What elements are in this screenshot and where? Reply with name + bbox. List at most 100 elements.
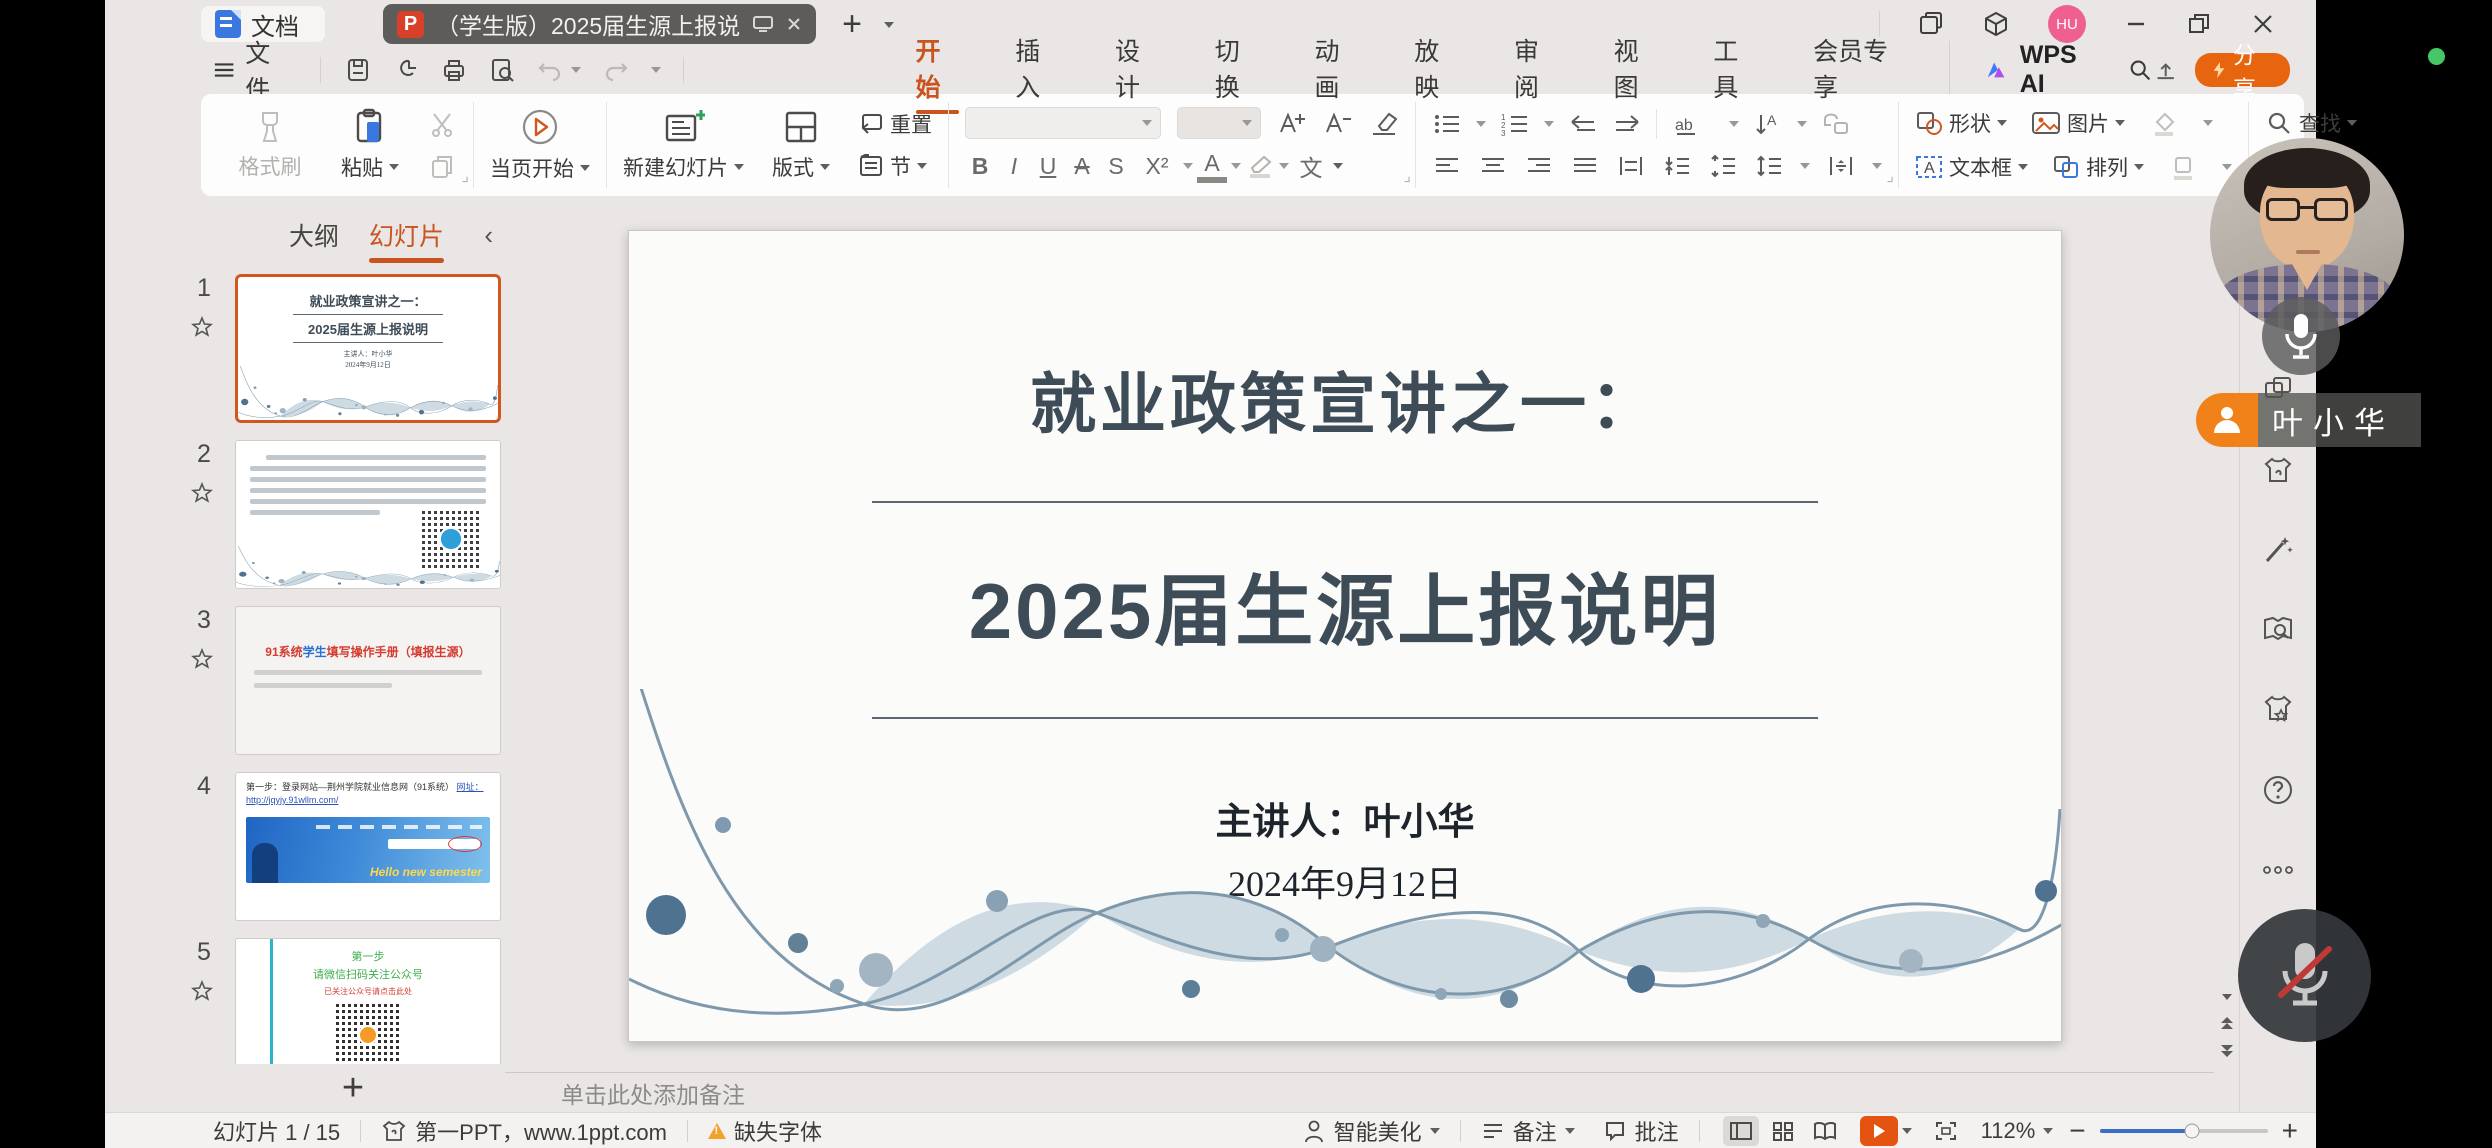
slide-stage[interactable]: 就业政策宣讲之一： 2025届生源上报说明 主讲人：叶小华 2024年9月12日 [505, 204, 2214, 1072]
save-icon[interactable] [345, 57, 371, 83]
tab-insert[interactable]: 插入 [1013, 28, 1061, 112]
smartart-convert-icon[interactable] [1821, 109, 1851, 139]
numbering-icon[interactable]: 123 [1500, 109, 1530, 139]
decrease-indent-icon[interactable] [1568, 109, 1598, 139]
clear-format-icon[interactable] [1369, 108, 1399, 138]
line-spacing-decrease-icon[interactable] [1708, 151, 1738, 181]
slide-title-line2[interactable]: 2025届生源上报说明 [629, 549, 2061, 661]
reading-view-button[interactable] [1807, 1116, 1843, 1146]
section-button[interactable]: 节 [858, 151, 932, 181]
play-from-page-button[interactable]: 当页开始 [490, 107, 590, 183]
align-right-icon[interactable] [1524, 151, 1554, 181]
tab-review[interactable]: 审阅 [1512, 28, 1560, 112]
font-color-button[interactable]: A [1197, 150, 1227, 183]
zoom-level[interactable]: 112% [1981, 1118, 2054, 1144]
line-spacing-increase-icon[interactable] [1662, 151, 1692, 181]
vertical-align-icon[interactable] [1826, 151, 1856, 181]
slide-sorter-view-button[interactable] [1765, 1116, 1801, 1146]
slideshow-play-button[interactable] [1860, 1116, 1898, 1146]
outline-tab[interactable]: 大纲 [289, 217, 339, 253]
tab-transition[interactable]: 切换 [1213, 28, 1261, 112]
shadow-button[interactable]: S [1101, 153, 1131, 180]
notes-bar[interactable]: 单击此处添加备注 [505, 1072, 2214, 1112]
share-button[interactable]: 分享 [2195, 53, 2290, 87]
bullets-icon[interactable] [1432, 109, 1462, 139]
app-cube-icon[interactable] [1982, 10, 2010, 38]
slide-thumb-3[interactable]: 3 91系统学生填写操作手册（填报生源） [235, 606, 501, 755]
zoom-slider[interactable]: − + [2069, 1115, 2298, 1147]
upload-cloud-icon[interactable] [2154, 57, 2177, 83]
increase-font-icon[interactable] [1277, 108, 1307, 138]
restore-button[interactable] [2186, 11, 2212, 37]
resource-search-icon[interactable] [2261, 612, 2295, 648]
clipboard-dialog-launcher[interactable]: ⌟ [462, 166, 470, 186]
template-info[interactable]: 第一PPT，www.1ppt.com [381, 1115, 667, 1147]
paragraph-dialog-launcher[interactable]: ⌟ [1887, 166, 1895, 186]
cut-icon[interactable] [427, 109, 457, 139]
char-spacing-icon[interactable]: ab [1671, 109, 1715, 139]
print-icon[interactable] [441, 57, 467, 83]
copy-icon[interactable] [427, 151, 457, 181]
mic-active-badge[interactable] [2262, 297, 2340, 375]
font-name-select[interactable] [965, 107, 1161, 139]
search-icon[interactable] [2127, 56, 2153, 84]
tab-slideshow[interactable]: 放映 [1412, 28, 1460, 112]
layout-button[interactable]: 版式 [758, 108, 844, 182]
distribute-icon[interactable] [1616, 151, 1646, 181]
more-icon[interactable] [2261, 852, 2295, 888]
missing-font-warning[interactable]: 缺失字体 [708, 1115, 822, 1147]
decrease-font-icon[interactable] [1323, 108, 1353, 138]
zoom-out-button[interactable]: − [2069, 1115, 2085, 1147]
tab-animation[interactable]: 动画 [1312, 28, 1360, 112]
normal-view-button[interactable] [1723, 1116, 1759, 1146]
shapes-button[interactable]: 形状 [1915, 108, 2007, 138]
skin-shirt-star-icon[interactable] [2261, 692, 2295, 728]
slide-thumb-4[interactable]: 4 第一步：登录网站—荆州学院就业信息网（91系统） 网址：http://jqy… [235, 772, 501, 921]
scroll-down-icon[interactable] [2220, 992, 2234, 1002]
output-pdf-icon[interactable] [393, 57, 419, 83]
smart-beautify-button[interactable]: 智能美化 [1302, 1115, 1440, 1147]
superscript-button[interactable]: X² [1135, 153, 1179, 180]
vertical-scrollbar[interactable] [2214, 204, 2240, 1112]
slide-canvas[interactable]: 就业政策宣讲之一： 2025届生源上报说明 主讲人：叶小华 2024年9月12日 [628, 230, 2062, 1042]
paste-button[interactable]: 粘贴 [327, 108, 413, 182]
qat-more-caret[interactable] [651, 67, 661, 73]
slides-tab[interactable]: 幻灯片 [369, 217, 444, 253]
user-avatar[interactable]: HU [2048, 5, 2086, 43]
format-painter-button[interactable]: 格式刷 [227, 109, 313, 181]
previous-slide-icon[interactable] [2219, 1016, 2235, 1030]
tab-design[interactable]: 设计 [1113, 28, 1161, 112]
zoom-slider-thumb[interactable] [2185, 1123, 2200, 1138]
collapse-panel-button[interactable]: ‹ [484, 220, 493, 251]
picture-button[interactable]: 图片 [2031, 108, 2125, 138]
increase-indent-icon[interactable] [1612, 109, 1642, 139]
text-direction-icon[interactable]: A [1753, 109, 1783, 139]
justify-icon[interactable] [1570, 151, 1600, 181]
slide-title-line1[interactable]: 就业政策宣讲之一： [629, 351, 2061, 447]
mic-muted-button[interactable] [2238, 909, 2371, 1042]
slide-thumb-1[interactable]: 1 就业政策宣讲之一： 2025届生源上报说明 主讲人：叶小华2024年9月12… [235, 274, 501, 423]
fill-color-icon[interactable] [2149, 108, 2179, 138]
template-shirt-icon[interactable] [2262, 452, 2294, 488]
workspace-icon[interactable] [1918, 11, 1944, 37]
add-slide-button[interactable]: + [342, 1069, 364, 1107]
undo-button[interactable] [537, 58, 581, 82]
align-center-icon[interactable] [1478, 151, 1508, 181]
find-button[interactable]: 查找 [2265, 108, 2357, 138]
outline-color-icon[interactable] [2168, 152, 2198, 182]
font-size-select[interactable] [1177, 107, 1261, 139]
tab-view[interactable]: 视图 [1612, 28, 1660, 112]
line-spacing-icon[interactable] [1754, 151, 1784, 181]
underline-button[interactable]: U [1033, 153, 1063, 180]
italic-button[interactable]: I [999, 153, 1029, 180]
minimize-button[interactable] [2124, 12, 2148, 36]
close-button[interactable] [2250, 11, 2276, 37]
beautify-wand-icon[interactable] [2261, 532, 2295, 568]
slide-thumb-2[interactable]: 2 [235, 440, 501, 589]
play-options-caret[interactable] [1902, 1128, 1912, 1134]
tab-list-caret[interactable] [884, 15, 894, 33]
align-left-icon[interactable] [1432, 151, 1462, 181]
tab-member[interactable]: 会员专享 [1811, 28, 1902, 112]
fit-window-button[interactable] [1928, 1116, 1964, 1146]
close-tab-icon[interactable] [786, 16, 802, 32]
